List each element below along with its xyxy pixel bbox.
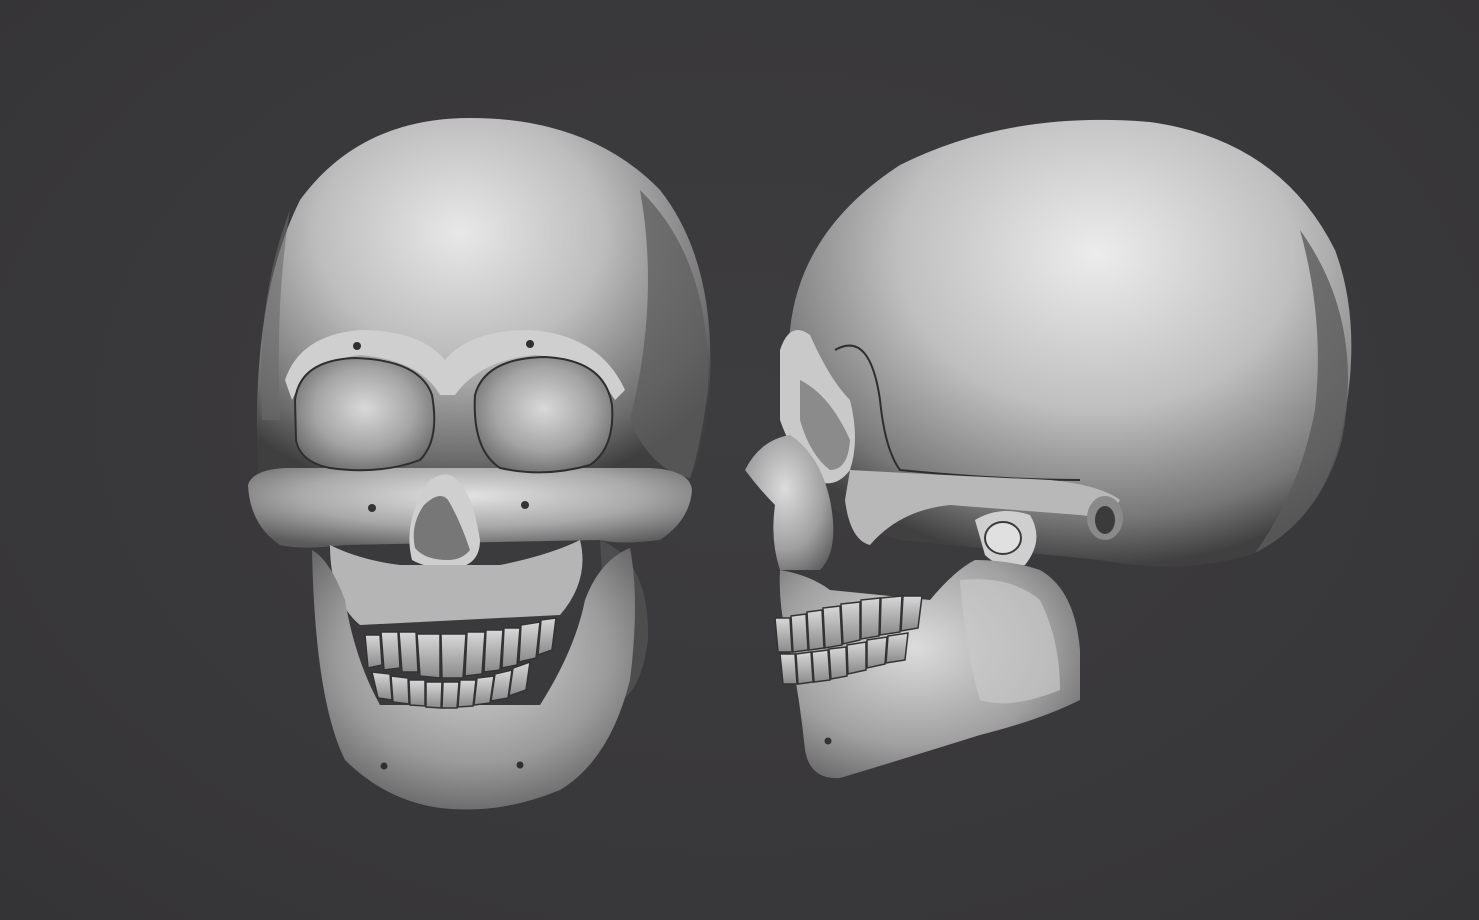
skull-side [745, 119, 1352, 779]
skull-front [248, 118, 711, 810]
skull-renders [248, 118, 1352, 810]
3d-viewport [0, 0, 1479, 920]
